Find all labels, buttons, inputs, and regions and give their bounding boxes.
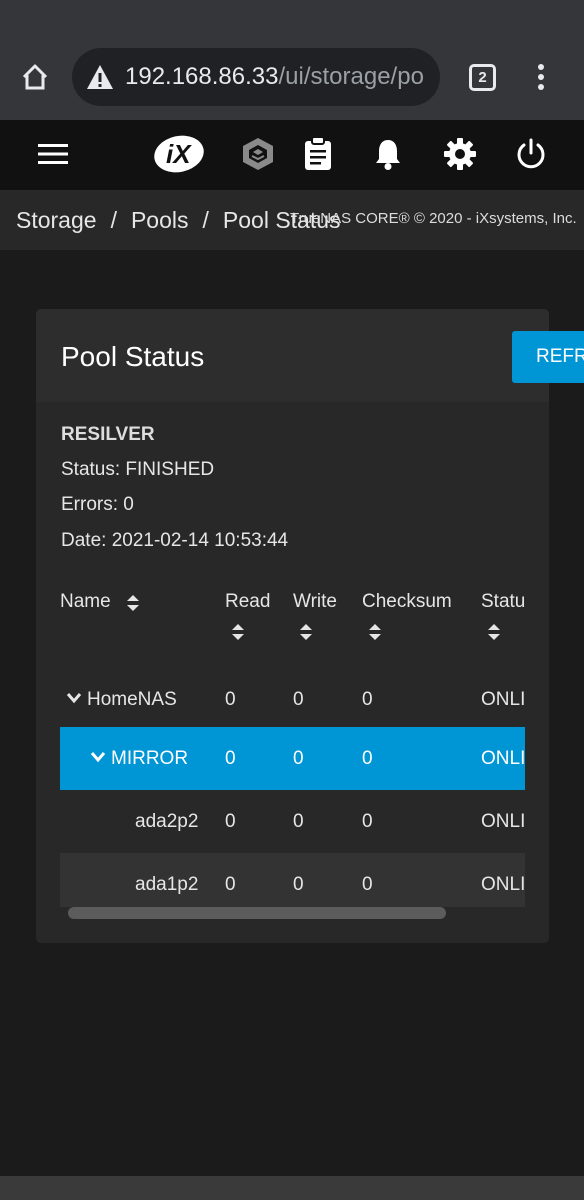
bottom-bar xyxy=(0,1176,584,1200)
row-status: ONLINE xyxy=(481,748,525,769)
row-write: 0 xyxy=(293,811,304,832)
row-status: ONLINE xyxy=(481,689,525,710)
menu-icon[interactable] xyxy=(35,136,71,172)
table-row[interactable]: HomeNAS 0 0 0 ONLINE xyxy=(60,668,525,731)
column-checksum-label: Checksum xyxy=(362,591,452,612)
scan-date: Date: 2021-02-14 10:53:44 xyxy=(61,530,289,551)
row-checksum: 0 xyxy=(362,689,373,710)
url-path: /ui/storage/po xyxy=(278,63,424,90)
chevron-down-icon[interactable] xyxy=(66,692,82,704)
scan-errors: Errors: 0 xyxy=(61,494,134,515)
row-read: 0 xyxy=(225,748,236,769)
copyright-text: TrueNAS CORE® © 2020 - iXsystems, Inc. xyxy=(290,210,577,227)
row-status: ONLINE xyxy=(481,811,525,832)
column-name-label: Name xyxy=(60,591,111,612)
pool-status-card: Pool Status RESILVER Status: FINISHED Er… xyxy=(36,309,549,943)
column-status-label: Status xyxy=(481,591,525,612)
row-name: MIRROR xyxy=(111,748,189,769)
row-checksum: 0 xyxy=(362,748,373,769)
column-header-write[interactable]: Write xyxy=(293,591,337,613)
scan-status: Status: FINISHED xyxy=(61,459,215,480)
row-write: 0 xyxy=(293,748,304,769)
truecommand-icon[interactable] xyxy=(240,136,276,172)
column-header-read[interactable]: Read xyxy=(225,591,270,613)
sort-icon[interactable] xyxy=(487,623,501,641)
row-checksum: 0 xyxy=(362,874,373,895)
bell-icon[interactable] xyxy=(370,136,406,172)
column-read-label: Read xyxy=(225,591,271,612)
warning-icon[interactable] xyxy=(86,64,114,90)
breadcrumb-separator: / xyxy=(202,207,209,233)
breadcrumb-pools[interactable]: Pools xyxy=(131,207,189,233)
row-checksum: 0 xyxy=(362,811,373,832)
card-header: Pool Status xyxy=(36,309,549,402)
gear-icon[interactable] xyxy=(442,136,478,172)
address-bar[interactable]: 192.168.86.33/ui/storage/po xyxy=(72,48,440,106)
row-read: 0 xyxy=(225,874,236,895)
column-header-checksum[interactable]: Checksum xyxy=(362,591,452,613)
column-header-status[interactable]: Status xyxy=(481,591,525,613)
browser-chrome: 192.168.86.33/ui/storage/po 2 xyxy=(0,0,584,120)
column-header-name[interactable]: Name xyxy=(60,591,111,613)
row-write: 0 xyxy=(293,874,304,895)
table-row[interactable]: MIRROR 0 0 0 ONLINE xyxy=(60,727,525,790)
table-row[interactable]: ada1p2 0 0 0 ONLINE xyxy=(60,853,525,907)
row-name: HomeNAS xyxy=(87,689,177,710)
sort-icon[interactable] xyxy=(126,594,140,612)
column-write-label: Write xyxy=(293,591,337,612)
pool-status-table: Name Read Write Checksum Status xyxy=(60,577,525,907)
chevron-down-icon[interactable] xyxy=(90,751,106,763)
url-host: 192.168.86.33 xyxy=(125,63,279,90)
card-title: Pool Status xyxy=(61,341,205,372)
row-name: ada1p2 xyxy=(135,874,199,895)
row-read: 0 xyxy=(225,689,236,710)
row-status: ONLINE xyxy=(481,874,525,895)
breadcrumb-storage[interactable]: Storage xyxy=(16,207,97,233)
clipboard-icon[interactable] xyxy=(300,136,336,172)
tab-switcher-button[interactable]: 2 xyxy=(469,64,496,91)
breadcrumb-separator: / xyxy=(110,207,117,233)
table-row[interactable]: ada2p2 0 0 0 ONLINE xyxy=(60,790,525,853)
row-name: ada2p2 xyxy=(135,811,199,832)
row-write: 0 xyxy=(293,689,304,710)
svg-text:iX: iX xyxy=(166,139,192,169)
home-icon[interactable] xyxy=(20,62,50,92)
sort-icon[interactable] xyxy=(368,623,382,641)
refresh-button[interactable]: REFRESH xyxy=(512,331,584,383)
ix-logo[interactable]: iX xyxy=(152,134,206,174)
scan-type: RESILVER xyxy=(61,424,155,445)
power-icon[interactable] xyxy=(513,136,549,172)
browser-menu-icon[interactable] xyxy=(537,64,545,92)
sort-icon[interactable] xyxy=(231,623,245,641)
app-toolbar: iX xyxy=(0,120,584,190)
url-text[interactable]: 192.168.86.33/ui/storage/po xyxy=(125,63,424,91)
row-read: 0 xyxy=(225,811,236,832)
horizontal-scrollbar[interactable] xyxy=(68,907,446,919)
sort-icon[interactable] xyxy=(299,623,313,641)
